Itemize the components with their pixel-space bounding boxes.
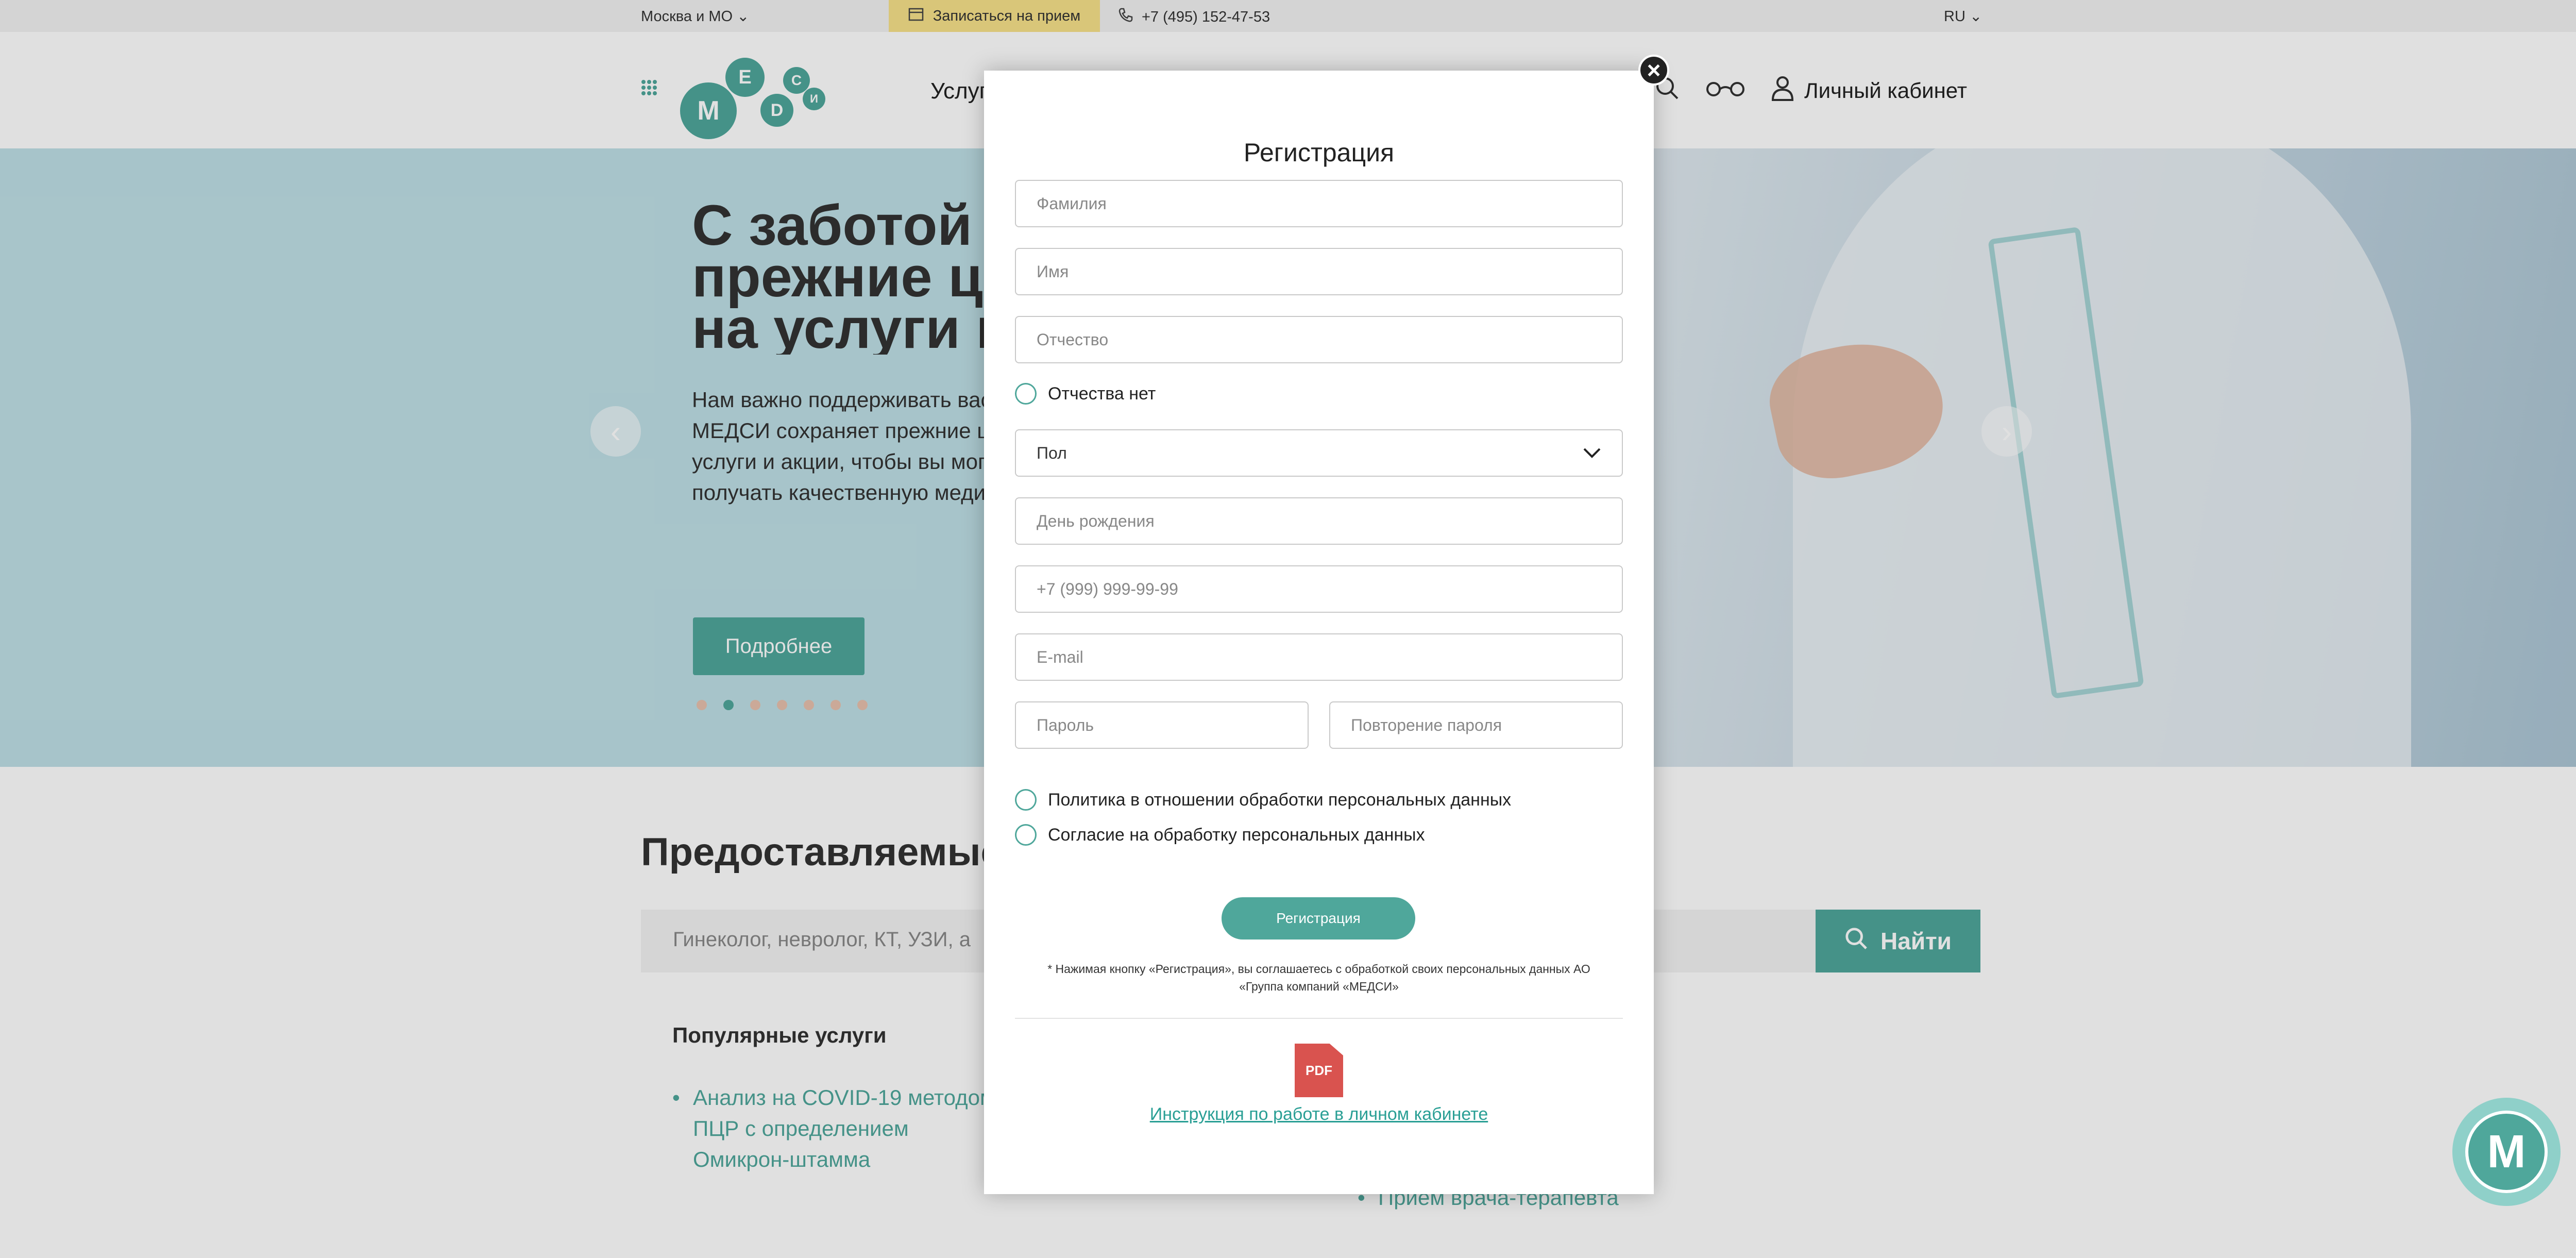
instruction-link[interactable]: Инструкция по работе в личном кабинете bbox=[984, 1104, 1654, 1125]
close-icon[interactable]: × bbox=[1638, 55, 1669, 86]
birthday-input[interactable]: День рождения bbox=[1015, 497, 1623, 545]
consent-note: * Нажимая кнопку «Регистрация», вы согла… bbox=[1047, 962, 1590, 993]
registration-modal: Регистрация Фамилия Имя Отчество Отчеств… bbox=[984, 71, 1654, 1194]
phone-input[interactable]: +7 (999) 999-99-99 bbox=[1015, 565, 1623, 613]
firstname-input[interactable]: Имя bbox=[1015, 248, 1623, 295]
chat-logo-icon: М bbox=[2465, 1111, 2548, 1193]
radio-circle bbox=[1015, 824, 1037, 846]
password-input[interactable]: Пароль bbox=[1015, 701, 1309, 749]
gender-select[interactable]: Пол bbox=[1015, 429, 1623, 477]
lastname-input[interactable]: Фамилия bbox=[1015, 180, 1623, 227]
password-repeat-input[interactable]: Повторение пароля bbox=[1329, 701, 1623, 749]
middlename-input[interactable]: Отчество bbox=[1015, 316, 1623, 363]
pdf-icon[interactable]: PDF bbox=[1295, 1044, 1343, 1097]
policy-checkbox[interactable]: Политика в отношении обработки персональ… bbox=[1015, 789, 1511, 811]
chat-button[interactable]: М bbox=[2452, 1098, 2561, 1206]
no-middlename-checkbox[interactable]: Отчества нет bbox=[1015, 383, 1156, 405]
email-input[interactable]: E-mail bbox=[1015, 633, 1623, 681]
radio-circle bbox=[1015, 789, 1037, 811]
divider bbox=[1015, 1018, 1623, 1019]
radio-circle bbox=[1015, 383, 1037, 405]
consent-checkbox[interactable]: Согласие на обработку персональных данны… bbox=[1015, 824, 1425, 846]
chevron-down-icon bbox=[1583, 444, 1601, 463]
modal-title: Регистрация bbox=[1243, 138, 1395, 167]
register-button[interactable]: Регистрация bbox=[1222, 897, 1415, 940]
